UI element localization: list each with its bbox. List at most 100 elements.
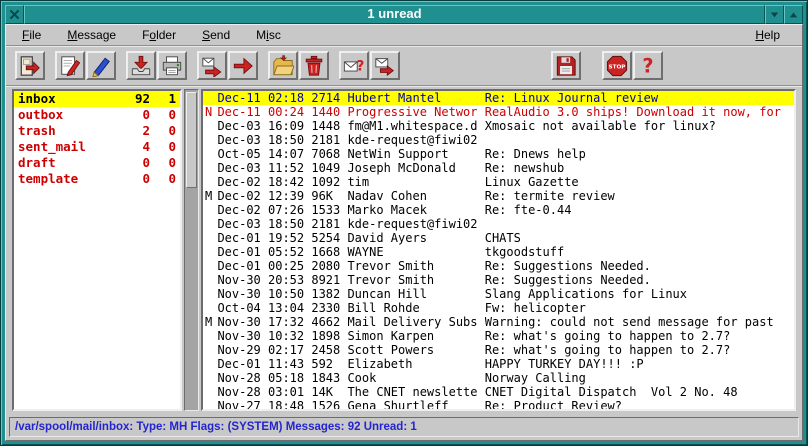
message-row[interactable]: Dec-0207:261533Marko MacekRe: fte-0.44 bbox=[203, 203, 794, 217]
message-row[interactable]: NDec-1100:241440Progressive NetworRealAu… bbox=[203, 105, 794, 119]
message-row[interactable]: MNov-3017:324662Mail Delivery SubsWarnin… bbox=[203, 315, 794, 329]
message-subject: Linux Gazette bbox=[485, 175, 794, 189]
message-row[interactable]: Dec-1102:182714Hubert MantelRe: Linux Jo… bbox=[203, 91, 794, 105]
delete-button[interactable] bbox=[299, 51, 329, 80]
minimize-button[interactable] bbox=[765, 5, 784, 24]
help-question-icon: ? bbox=[637, 55, 659, 77]
message-subject: Warning: could not send message for past bbox=[485, 315, 794, 329]
message-from: Scott Powers bbox=[347, 343, 484, 357]
title-bar[interactable]: 1 unread bbox=[5, 5, 803, 24]
message-subject: CNET Digital Dispatch Vol 2 No. 48 bbox=[485, 385, 794, 399]
message-row[interactable]: Dec-0111:43592ElizabethHAPPY TURKEY DAY!… bbox=[203, 357, 794, 371]
reply-arrow-icon bbox=[201, 55, 223, 77]
message-from: WAYNE bbox=[347, 245, 484, 259]
help-button[interactable]: ? bbox=[633, 51, 663, 80]
message-row[interactable]: Dec-0218:421092timLinux Gazette bbox=[203, 175, 794, 189]
folder-total-count: 0 bbox=[116, 171, 150, 187]
check-mail-button[interactable]: ? bbox=[339, 51, 369, 80]
message-flag bbox=[203, 273, 217, 287]
message-row[interactable]: Oct-0514:077068NetWin SupportRe: Dnews h… bbox=[203, 147, 794, 161]
message-row[interactable]: Nov-2902:172458Scott PowersRe: what's go… bbox=[203, 343, 794, 357]
svg-text:?: ? bbox=[356, 58, 364, 74]
message-flag bbox=[203, 161, 217, 175]
message-time: 18:50 bbox=[268, 217, 311, 231]
message-size: 2181 bbox=[311, 217, 347, 231]
message-size: 592 bbox=[311, 357, 347, 371]
reply-button[interactable] bbox=[197, 51, 227, 80]
message-size: 1843 bbox=[311, 371, 347, 385]
message-row[interactable]: Nov-3010:501382Duncan HillSlang Applicat… bbox=[203, 287, 794, 301]
message-size: 5254 bbox=[311, 231, 347, 245]
message-subject: Re: newshub bbox=[485, 161, 794, 175]
message-subject: Re: Linux Journal review bbox=[485, 91, 794, 105]
message-row[interactable]: Dec-0316:091448fm@M1.whitespace.dXmosaic… bbox=[203, 119, 794, 133]
message-from: Cook bbox=[347, 371, 484, 385]
menu-file[interactable]: File bbox=[12, 26, 51, 44]
message-subject: tkgoodstuff bbox=[485, 245, 794, 259]
message-row[interactable]: Nov-2805:181843CookNorway Calling bbox=[203, 371, 794, 385]
message-date: Nov-30 bbox=[217, 329, 268, 343]
folder-row-trash[interactable]: trash20 bbox=[14, 123, 180, 139]
message-list: Dec-1102:182714Hubert MantelRe: Linux Jo… bbox=[201, 89, 796, 411]
message-from: Trevor Smith bbox=[347, 259, 484, 273]
stop-sign-icon: STOP bbox=[606, 55, 628, 77]
folder-unread-count: 0 bbox=[150, 107, 176, 123]
send-queued-button[interactable] bbox=[370, 51, 400, 80]
message-row[interactable]: Oct-0413:042330Bill RohdeFw: helicopter bbox=[203, 301, 794, 315]
scrollbar-thumb[interactable] bbox=[186, 92, 197, 188]
edit-button[interactable] bbox=[86, 51, 116, 80]
menu-send[interactable]: Send bbox=[192, 26, 240, 44]
message-row[interactable]: Dec-0119:525254David AyersCHATS bbox=[203, 231, 794, 245]
folder-row-draft[interactable]: draft00 bbox=[14, 155, 180, 171]
message-row[interactable]: Dec-0100:252080Trevor SmithRe: Suggestio… bbox=[203, 259, 794, 273]
message-row[interactable]: Nov-2803:0114KThe CNET newsletteCNET Dig… bbox=[203, 385, 794, 399]
main-area: inbox921outbox00trash20sent_mail40draft0… bbox=[6, 86, 802, 415]
folder-row-template[interactable]: template00 bbox=[14, 171, 180, 187]
message-row[interactable]: Dec-0318:502181kde-request@fiwi02 bbox=[203, 217, 794, 231]
message-time: 20:53 bbox=[268, 273, 311, 287]
compose-button[interactable] bbox=[55, 51, 85, 80]
message-date: Dec-02 bbox=[217, 189, 268, 203]
message-date: Nov-29 bbox=[217, 343, 268, 357]
message-flag bbox=[203, 91, 217, 105]
message-row[interactable]: Nov-3010:321898Simon KarpenRe: what's go… bbox=[203, 329, 794, 343]
maximize-button[interactable] bbox=[784, 5, 803, 24]
menu-folder[interactable]: Folder bbox=[132, 26, 186, 44]
folder-row-sent_mail[interactable]: sent_mail40 bbox=[14, 139, 180, 155]
move-to-folder-button[interactable] bbox=[268, 51, 298, 80]
message-from: fm@M1.whitespace.d bbox=[347, 119, 484, 133]
menu-misc[interactable]: Misc bbox=[246, 26, 291, 44]
file-folder-icon bbox=[272, 55, 294, 77]
message-from: Marko Macek bbox=[347, 203, 484, 217]
message-row[interactable]: Nov-2718:481526Gena ShurtleffRe: Product… bbox=[203, 399, 794, 411]
message-row[interactable]: Dec-0105:521668WAYNEtkgoodstuff bbox=[203, 245, 794, 259]
message-flag bbox=[203, 329, 217, 343]
message-time: 00:24 bbox=[268, 105, 311, 119]
stop-button[interactable]: STOP bbox=[602, 51, 632, 80]
message-time: 14:07 bbox=[268, 147, 311, 161]
message-row[interactable]: Dec-0311:521049Joseph McDonaldRe: newshu… bbox=[203, 161, 794, 175]
forward-arrow-icon bbox=[232, 55, 254, 77]
message-date: Nov-28 bbox=[217, 371, 268, 385]
message-list-scrollbar[interactable] bbox=[184, 89, 199, 411]
message-size: 96K bbox=[311, 189, 347, 203]
receive-mail-icon bbox=[130, 55, 152, 77]
message-flag bbox=[203, 301, 217, 315]
menu-message[interactable]: Message bbox=[57, 26, 126, 44]
system-menu-button[interactable] bbox=[5, 5, 24, 24]
exit-button[interactable] bbox=[15, 51, 45, 80]
window-menu-icon bbox=[8, 8, 21, 21]
save-button[interactable] bbox=[551, 51, 581, 80]
message-flag bbox=[203, 203, 217, 217]
forward-button[interactable] bbox=[228, 51, 258, 80]
message-row[interactable]: Nov-3020:538921Trevor SmithRe: Suggestio… bbox=[203, 273, 794, 287]
folder-row-outbox[interactable]: outbox00 bbox=[14, 107, 180, 123]
menu-help[interactable]: Help bbox=[745, 26, 790, 44]
message-subject: Re: termite review bbox=[485, 189, 794, 203]
print-button[interactable] bbox=[157, 51, 187, 80]
message-row[interactable]: MDec-0212:3996KNadav CohenRe: termite re… bbox=[203, 189, 794, 203]
folder-row-inbox[interactable]: inbox921 bbox=[14, 91, 180, 107]
receive-mail-button[interactable] bbox=[126, 51, 156, 80]
folder-unread-count: 1 bbox=[150, 91, 176, 107]
message-row[interactable]: Dec-0318:502181kde-request@fiwi02 bbox=[203, 133, 794, 147]
